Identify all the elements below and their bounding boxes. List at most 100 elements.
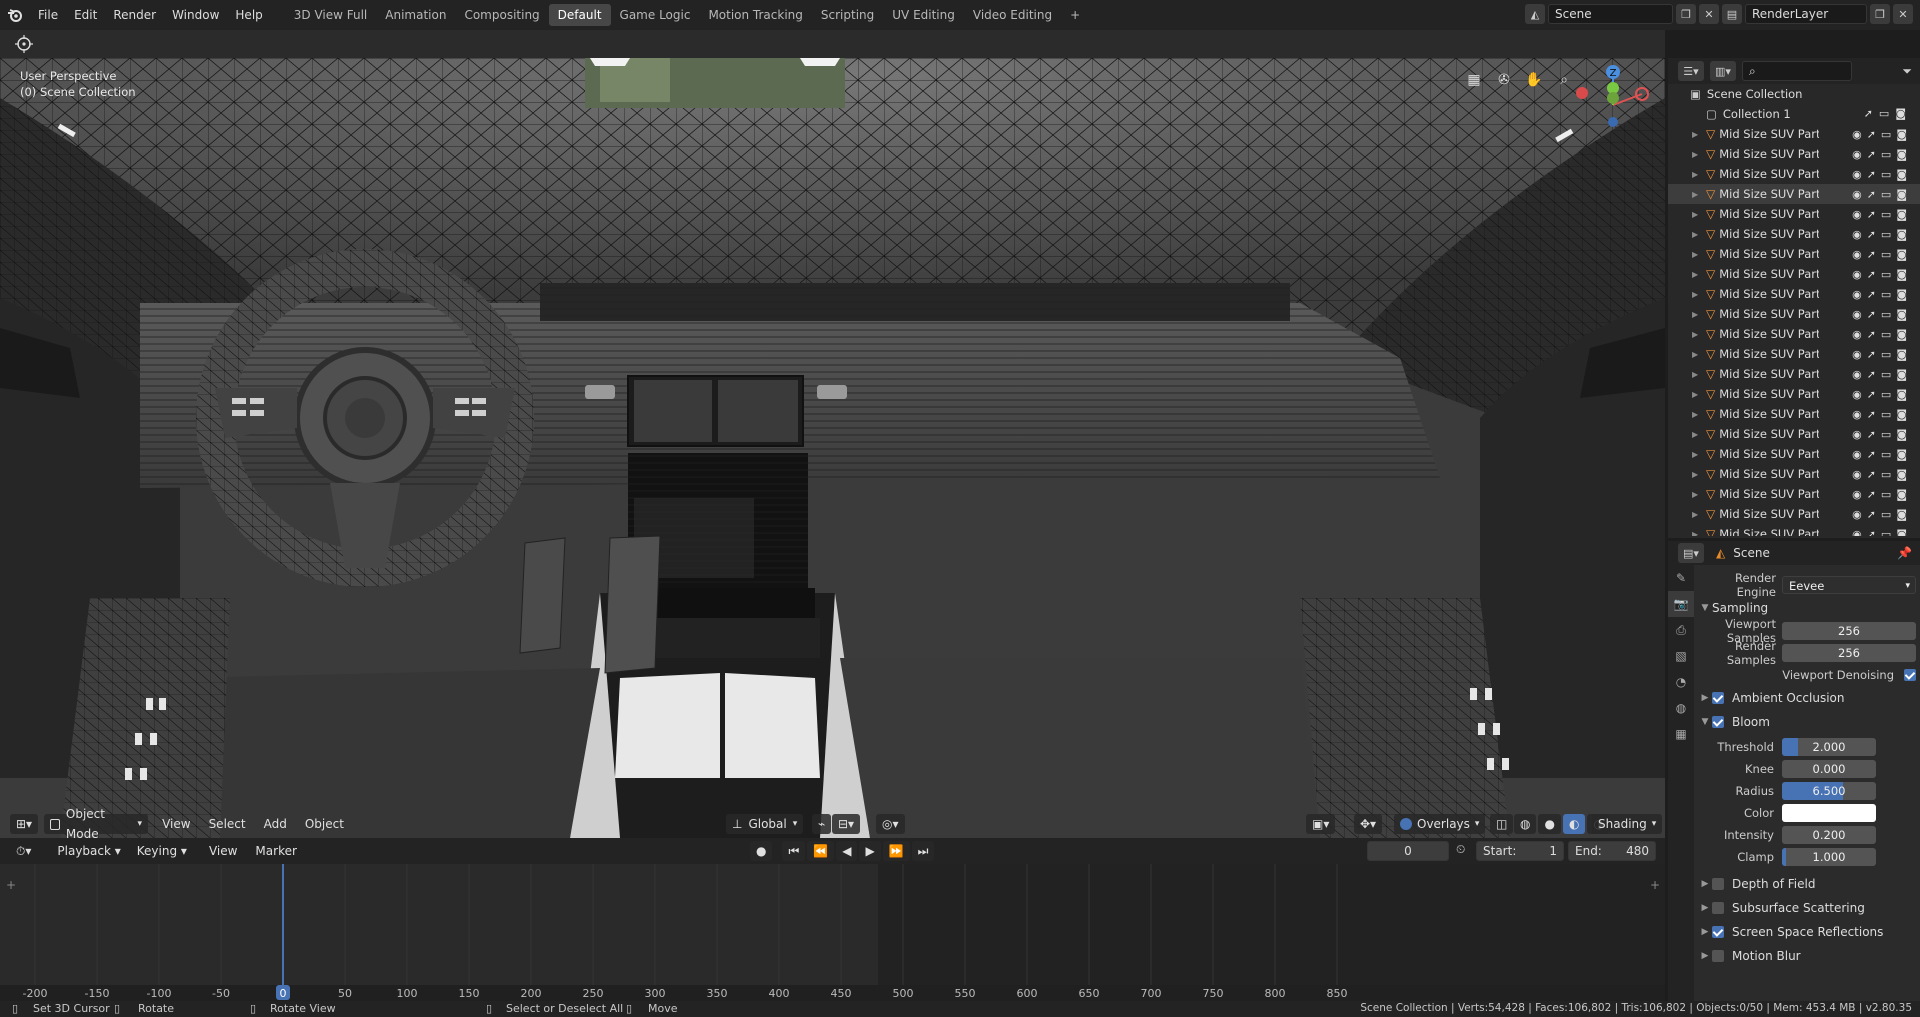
display-mode-icon[interactable]: ▥▾ <box>1710 61 1736 81</box>
tab-video-editing[interactable]: Video Editing <box>964 4 1061 26</box>
menu-select[interactable]: Select <box>203 814 252 834</box>
expand-arrow-icon[interactable]: ▶ <box>1692 230 1706 239</box>
object-restrict-icons[interactable]: ◉➚▭◙ <box>1852 408 1912 421</box>
editor-type-icon[interactable]: ⊞▾ <box>10 814 39 834</box>
menu-object[interactable]: Object <box>299 814 350 834</box>
sss-checkbox[interactable] <box>1712 902 1724 914</box>
bloom-color-swatch[interactable] <box>1782 804 1876 822</box>
tab-texture-icon[interactable]: ▦ <box>1668 721 1694 747</box>
object-restrict-icons[interactable]: ◉➚▭◙ <box>1852 208 1912 221</box>
outliner-object-row[interactable]: ▶▽Mid Size SUV Part.1 ◉➚▭◙ <box>1668 324 1920 344</box>
tab-scene-icon[interactable]: ◔ <box>1668 669 1694 695</box>
outliner-collection-1[interactable]: ▢ Collection 1 ➚▭◙ <box>1668 104 1920 124</box>
object-restrict-icons[interactable]: ◉➚▭◙ <box>1852 268 1912 281</box>
timeline-editor-type-icon[interactable]: ⏱▾ <box>10 841 37 861</box>
ambient-occlusion-panel-header[interactable]: ▶ Ambient Occlusion <box>1698 687 1920 709</box>
viewport-denoising-checkbox[interactable] <box>1904 669 1916 681</box>
object-restrict-icons[interactable]: ◉➚▭◙ <box>1852 288 1912 301</box>
expand-arrow-icon[interactable]: ▶ <box>1692 190 1706 199</box>
outliner-object-row[interactable]: ▶▽Mid Size SUV Part.0 ◉➚▭◙ <box>1668 224 1920 244</box>
timeline-right-plus-icon[interactable]: + <box>1650 878 1660 892</box>
clamp-field[interactable]: 1.000 <box>1782 848 1876 866</box>
sampling-panel-header[interactable]: ▼ Sampling <box>1698 597 1920 619</box>
expand-arrow-icon[interactable]: ▶ <box>1692 350 1706 359</box>
tab-animation[interactable]: Animation <box>376 4 455 26</box>
ao-checkbox[interactable] <box>1712 692 1724 704</box>
overlays-button[interactable]: Overlays ▾ <box>1394 814 1486 834</box>
menu-marker[interactable]: Marker <box>249 841 302 861</box>
blender-logo-icon[interactable] <box>0 0 30 30</box>
current-frame-field[interactable]: 0 <box>1367 841 1449 861</box>
menu-file[interactable]: File <box>30 0 66 30</box>
object-restrict-icons[interactable]: ◉➚▭◙ <box>1852 348 1912 361</box>
ssr-checkbox[interactable] <box>1712 926 1724 938</box>
render-layer-field[interactable]: RenderLayer <box>1745 4 1867 24</box>
knee-field[interactable]: 0.000 <box>1782 760 1876 778</box>
expand-arrow-icon[interactable]: ▶ <box>1692 310 1706 319</box>
play-reverse-icon[interactable]: ◀ <box>836 841 858 861</box>
outliner-object-row[interactable]: ▶▽Mid Size SUV Part.0 ◉➚▭◙ <box>1668 144 1920 164</box>
pan-hand-icon[interactable]: ✋ <box>1522 72 1546 92</box>
tab-3d-view-full[interactable]: 3D View Full <box>285 4 377 26</box>
outliner-scene-collection[interactable]: ▣ Scene Collection <box>1668 84 1920 104</box>
tab-default[interactable]: Default <box>548 4 611 26</box>
record-icon[interactable]: ● <box>750 841 773 861</box>
expand-arrow-icon[interactable]: ▶ <box>1692 150 1706 159</box>
dof-panel-header[interactable]: ▶ Depth of Field <box>1698 873 1920 895</box>
menu-edit[interactable]: Edit <box>66 0 105 30</box>
outliner-object-row[interactable]: ▶▽Mid Size SUV Part.1 ◉➚▭◙ <box>1668 524 1920 536</box>
expand-arrow-icon[interactable]: ▶ <box>1692 490 1706 499</box>
tab-view-layer-icon[interactable]: ▧ <box>1668 643 1694 669</box>
tab-compositing[interactable]: Compositing <box>455 4 548 26</box>
viewport-samples-field[interactable]: 256 <box>1782 622 1916 640</box>
outliner-search-input[interactable]: ⌕ <box>1742 61 1852 81</box>
add-workspace-icon[interactable]: + <box>1061 4 1089 26</box>
object-restrict-icons[interactable]: ◉➚▭◙ <box>1852 188 1912 201</box>
outliner-object-row[interactable]: ▶▽Mid Size SUV Part.0 ◉➚▭◙ <box>1668 264 1920 284</box>
tool-transform-icon[interactable] <box>12 33 36 55</box>
tab-scripting[interactable]: Scripting <box>812 4 883 26</box>
tab-motion-tracking[interactable]: Motion Tracking <box>699 4 811 26</box>
bloom-checkbox[interactable] <box>1712 716 1724 728</box>
tab-render-icon[interactable]: 📷 <box>1668 591 1694 617</box>
proportional-edit-icon[interactable]: ◎▾ <box>876 814 905 834</box>
outliner-object-row[interactable]: ▶▽Mid Size SUV Part.0 ◉➚▭◙ <box>1668 284 1920 304</box>
outliner-object-row[interactable]: ▶▽Mid Size SUV Part.1 ◉➚▭◙ <box>1668 504 1920 524</box>
prev-keyframe-icon[interactable]: ⏪ <box>807 841 835 861</box>
outliner-object-row[interactable]: ▶▽Mid Size SUV Part.1 ◉➚▭◙ <box>1668 424 1920 444</box>
object-restrict-icons[interactable]: ◉➚▭◙ <box>1852 148 1912 161</box>
solid-shading-icon[interactable]: ● <box>1538 814 1561 834</box>
object-restrict-icons[interactable]: ◉➚▭◙ <box>1852 308 1912 321</box>
dof-checkbox[interactable] <box>1712 878 1724 890</box>
play-icon[interactable]: ▶ <box>859 841 881 861</box>
object-restrict-icons[interactable]: ◉➚▭◙ <box>1852 488 1912 501</box>
filter-icon[interactable]: ⏷ <box>1902 64 1912 79</box>
object-restrict-icons[interactable]: ◉➚▭◙ <box>1852 368 1912 381</box>
outliner-object-row[interactable]: ▶▽Mid Size SUV Part.0 ◉➚▭◙ <box>1668 164 1920 184</box>
threshold-field[interactable]: 2.000 <box>1782 738 1876 756</box>
menu-view[interactable]: View <box>156 814 196 834</box>
expand-arrow-icon[interactable]: ▶ <box>1692 390 1706 399</box>
camera-grid-icon[interactable]: ▦ <box>1462 72 1486 92</box>
wireframe-shading-icon[interactable]: ◍ <box>1514 814 1537 834</box>
render-samples-field[interactable]: 256 <box>1782 644 1916 662</box>
jump-end-icon[interactable]: ⏭ <box>911 841 935 861</box>
close-scene-icon[interactable]: ✕ <box>1699 4 1719 24</box>
outliner-object-row[interactable]: ▶▽Mid Size SUV Part.0 ◉➚▭◙ <box>1668 244 1920 264</box>
intensity-field[interactable]: 0.200 <box>1782 826 1876 844</box>
jump-start-icon[interactable]: ⏮ <box>782 841 806 861</box>
radius-field[interactable]: 6.500 <box>1782 782 1876 800</box>
object-restrict-icons[interactable]: ◉➚▭◙ <box>1852 448 1912 461</box>
tab-world-icon[interactable]: ◍ <box>1668 695 1694 721</box>
copy-layer-icon[interactable]: ❐ <box>1870 4 1890 24</box>
menu-help[interactable]: Help <box>227 0 270 30</box>
outliner-object-row[interactable]: ▶▽Mid Size SUV Part.0 ◉➚▭◙ <box>1668 184 1920 204</box>
object-restrict-icons[interactable]: ◉➚▭◙ <box>1852 168 1912 181</box>
start-frame-field[interactable]: Start: 1 <box>1476 841 1564 861</box>
menu-timeline-view[interactable]: View <box>203 841 243 861</box>
expand-arrow-icon[interactable]: ▶ <box>1692 470 1706 479</box>
outliner-object-row[interactable]: ▶▽Mid Size SUV Part.1 ◉➚▭◙ <box>1668 344 1920 364</box>
expand-arrow-icon[interactable]: ▶ <box>1692 450 1706 459</box>
mode-select[interactable]: Object Mode ▾ <box>44 807 149 841</box>
tab-game-logic[interactable]: Game Logic <box>611 4 700 26</box>
